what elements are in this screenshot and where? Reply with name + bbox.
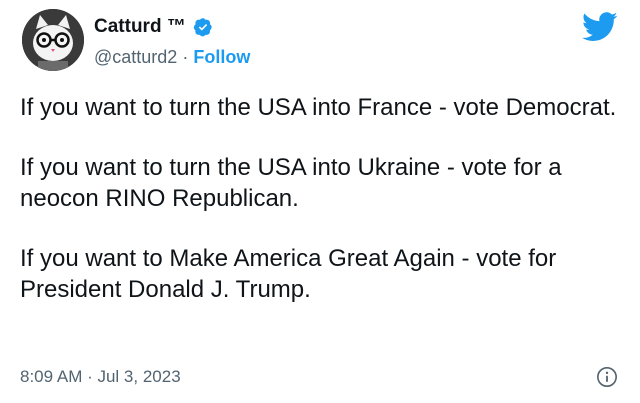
- follow-button[interactable]: Follow: [193, 47, 250, 67]
- tweet-text: If you want to turn the USA into France …: [20, 92, 620, 334]
- author-name[interactable]: Catturd ™: [94, 16, 186, 38]
- tweet-timestamp[interactable]: 8:09 AM · Jul 3, 2023: [20, 367, 181, 387]
- author-name-row[interactable]: Catturd ™: [94, 16, 213, 38]
- tweet-paragraph: If you want to Make America Great Again …: [20, 245, 557, 303]
- author-handle-row: @catturd2 · Follow: [94, 47, 250, 68]
- author-handle[interactable]: @catturd2: [94, 47, 177, 67]
- verified-badge-icon: [193, 18, 212, 37]
- twitter-bird-icon[interactable]: [582, 12, 618, 42]
- separator-dot: ·: [182, 47, 189, 67]
- info-icon[interactable]: [596, 366, 618, 388]
- tweet-paragraph: If you want to turn the USA into Ukraine…: [20, 154, 562, 212]
- author-avatar[interactable]: [22, 9, 84, 71]
- tweet-paragraph: If you want to turn the USA into France …: [20, 94, 617, 121]
- cat-avatar-icon: [22, 9, 84, 71]
